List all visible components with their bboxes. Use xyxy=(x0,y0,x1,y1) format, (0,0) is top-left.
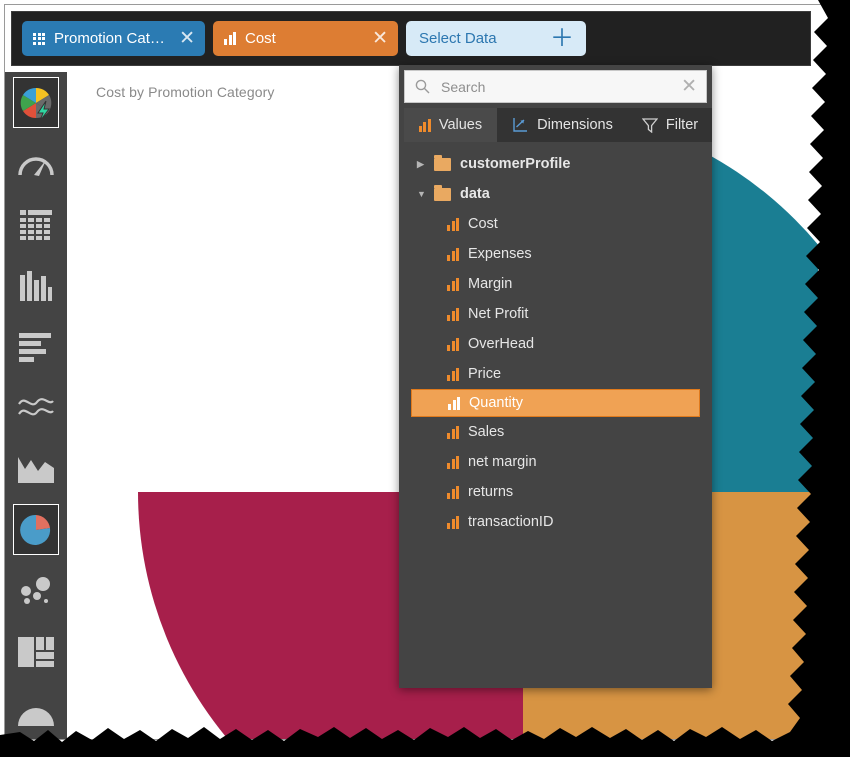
tree-field-margin[interactable]: Margin xyxy=(399,269,712,299)
tree-field-cost[interactable]: Cost xyxy=(399,209,712,239)
chip-dimension-label: Promotion Categ... xyxy=(54,30,173,47)
rail-item-treemap[interactable] xyxy=(5,621,67,682)
tab-values[interactable]: Values xyxy=(404,108,497,142)
pie-chart-icon xyxy=(16,510,56,550)
measure-bars-icon xyxy=(447,426,459,439)
bubble-chart-icon xyxy=(18,576,54,606)
tree-field-label: Net Profit xyxy=(468,306,528,322)
filter-funnel-icon xyxy=(642,118,658,133)
select-data-label: Select Data xyxy=(419,30,550,47)
tree-field-label: Sales xyxy=(468,424,504,440)
treemap-icon xyxy=(18,637,54,667)
measure-bars-icon xyxy=(448,397,460,410)
auto-chart-icon xyxy=(16,83,56,123)
tree-field-price[interactable]: Price xyxy=(399,359,712,389)
tree-field-returns[interactable]: returns xyxy=(399,477,712,507)
select-data-button[interactable]: Select Data ＋ xyxy=(406,21,586,56)
chevron-down-icon[interactable]: ▼ xyxy=(417,190,430,199)
rail-item-bar-chart[interactable] xyxy=(5,316,67,377)
search-clear-icon[interactable]: ✕ xyxy=(681,77,697,96)
chip-dimension[interactable]: Promotion Categ... ✕ xyxy=(22,21,205,56)
panel-tabs: Values Dimensions Filter xyxy=(404,108,712,142)
area-chart-icon xyxy=(18,455,54,483)
measure-bars-icon xyxy=(447,248,459,261)
rail-item-pie-chart[interactable] xyxy=(5,499,67,560)
chip-value-label: Cost xyxy=(245,30,366,47)
field-tree: ▶ customerProfile ▼ data Cost Expenses M… xyxy=(399,142,712,688)
chevron-right-icon[interactable]: ▶ xyxy=(417,160,430,169)
measure-bars-icon xyxy=(447,218,459,231)
application-window: Cost by Promotion Category t xyxy=(0,0,850,757)
tree-folder-label: customerProfile xyxy=(460,156,570,172)
rail-item-auto-chart[interactable] xyxy=(5,72,67,133)
chip-value[interactable]: Cost ✕ xyxy=(213,21,398,56)
tree-field-label: Price xyxy=(468,366,501,382)
tab-values-label: Values xyxy=(439,117,482,133)
tree-field-quantity[interactable]: Quantity xyxy=(411,389,700,417)
chip-dimension-remove-icon[interactable]: ✕ xyxy=(179,29,195,48)
search-box[interactable]: ✕ xyxy=(404,70,707,103)
search-input[interactable] xyxy=(439,78,681,96)
dimension-grid-icon xyxy=(33,33,45,45)
tree-field-label: Expenses xyxy=(468,246,532,262)
tab-dimensions-label: Dimensions xyxy=(537,117,613,133)
tree-field-label: OverHead xyxy=(468,336,534,352)
plus-icon: ＋ xyxy=(550,27,574,51)
tree-folder-data[interactable]: ▼ data xyxy=(399,179,712,209)
rail-item-gauge[interactable] xyxy=(5,133,67,194)
column-chart-icon xyxy=(19,271,53,301)
rail-item-bubble-chart[interactable] xyxy=(5,560,67,621)
dimensions-axis-icon xyxy=(512,117,529,133)
folder-icon xyxy=(434,158,451,171)
tree-folder-customerprofile[interactable]: ▶ customerProfile xyxy=(399,149,712,179)
measure-bars-icon xyxy=(447,338,459,351)
line-chart-icon xyxy=(17,395,55,421)
tree-field-net-profit[interactable]: Net Profit xyxy=(399,299,712,329)
rail-item-line-chart[interactable] xyxy=(5,377,67,438)
search-icon xyxy=(415,79,430,94)
rail-item-table[interactable] xyxy=(5,194,67,255)
tree-field-overhead[interactable]: OverHead xyxy=(399,329,712,359)
tree-field-label: net margin xyxy=(468,454,537,470)
measure-bars-icon xyxy=(447,486,459,499)
value-bars-icon xyxy=(224,32,236,45)
tab-filter-label: Filter xyxy=(666,117,698,133)
bar-chart-icon xyxy=(19,332,53,362)
values-bars-icon xyxy=(419,119,431,132)
tree-field-net-margin[interactable]: net margin xyxy=(399,447,712,477)
tree-field-label: Margin xyxy=(468,276,512,292)
tree-field-label: Cost xyxy=(468,216,498,232)
data-chip-bar: Promotion Categ... ✕ Cost ✕ Select Data … xyxy=(11,11,811,66)
measure-bars-icon xyxy=(447,368,459,381)
measure-bars-icon xyxy=(447,278,459,291)
rail-item-column-chart[interactable] xyxy=(5,255,67,316)
visualization-type-rail xyxy=(5,72,67,739)
tree-field-label: returns xyxy=(468,484,513,500)
measure-bars-icon xyxy=(447,308,459,321)
folder-icon xyxy=(434,188,451,201)
tree-field-label: Quantity xyxy=(469,395,523,411)
gauge-icon xyxy=(16,148,56,180)
rail-item-funnel[interactable] xyxy=(5,682,67,743)
tree-field-transactionid[interactable]: transactionID xyxy=(399,507,712,537)
rail-item-area-chart[interactable] xyxy=(5,438,67,499)
chip-value-remove-icon[interactable]: ✕ xyxy=(372,29,388,48)
tree-field-sales[interactable]: Sales xyxy=(399,417,712,447)
tree-field-expenses[interactable]: Expenses xyxy=(399,239,712,269)
measure-bars-icon xyxy=(447,456,459,469)
select-data-panel: ✕ Values Dimensions Filter xyxy=(399,65,712,688)
tab-filter[interactable]: Filter xyxy=(628,108,712,142)
tree-field-label: transactionID xyxy=(468,514,553,530)
table-icon xyxy=(19,209,53,241)
tab-dimensions[interactable]: Dimensions xyxy=(497,108,628,142)
funnel-icon xyxy=(16,700,56,726)
measure-bars-icon xyxy=(447,516,459,529)
tree-folder-label: data xyxy=(460,186,490,202)
